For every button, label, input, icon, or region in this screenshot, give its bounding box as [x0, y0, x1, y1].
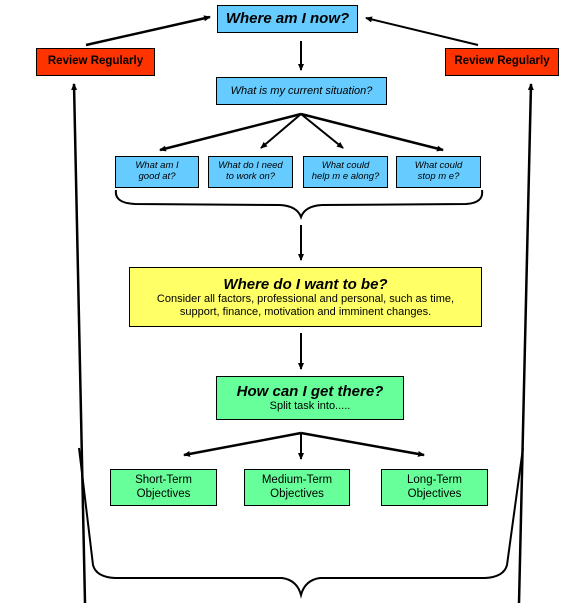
arrow-review-left-to-top — [85, 15, 211, 47]
how-can-i-get-there-title: How can I get there? — [236, 383, 384, 401]
review-regularly-left-box: Review Regularly — [36, 48, 155, 76]
question-box-work-on: What do I need to work on? — [208, 156, 293, 188]
review-regularly-left-label: Review Regularly — [47, 55, 144, 68]
arrow-review-right-to-top — [365, 16, 479, 46]
long-term-objectives-box: Long-Term Objectives — [381, 469, 488, 506]
where-am-i-now-box: Where am I now? — [217, 5, 358, 33]
review-regularly-right-box: Review Regularly — [445, 48, 559, 76]
question-box-good-at: What am I good at? — [115, 156, 199, 188]
objective-line: Short-Term — [135, 474, 192, 487]
review-regularly-right-label: Review Regularly — [454, 55, 550, 68]
current-situation-box: What is my current situation? — [216, 77, 387, 105]
brace-questions — [114, 189, 484, 220]
objective-line: Objectives — [270, 487, 324, 500]
where-do-i-want-to-be-title: Where do I want to be? — [223, 275, 388, 293]
arrow-to-short-term — [183, 431, 302, 457]
want-description-line: support, finance, motivation and imminen… — [179, 305, 432, 318]
short-term-objectives-box: Short-Term Objectives — [110, 469, 217, 506]
question-line: stop m e? — [417, 171, 460, 182]
medium-term-objectives-box: Medium-Term Objectives — [244, 469, 350, 506]
where-am-i-now-title: Where am I now? — [225, 10, 350, 28]
objective-line: Objectives — [407, 487, 462, 500]
question-line: good at? — [138, 171, 176, 182]
objective-line: Long-Term — [407, 474, 462, 487]
arrow-return-left — [71, 83, 87, 604]
arrow-return-right — [517, 83, 534, 604]
question-box-stop-me: What could stop m e? — [396, 156, 481, 188]
want-description-line: Consider all factors, professional and p… — [156, 292, 455, 305]
where-do-i-want-to-be-box: Where do I want to be? Consider all fact… — [129, 267, 482, 327]
how-subtitle: Split task into..... — [269, 400, 351, 413]
how-can-i-get-there-box: How can I get there? Split task into....… — [216, 376, 404, 420]
objective-line: Objectives — [136, 487, 191, 500]
question-box-help-along: What could help m e along? — [303, 156, 388, 188]
arrow-to-long-term — [300, 431, 425, 457]
question-line: to work on? — [225, 171, 276, 182]
current-situation-label: What is my current situation? — [230, 84, 373, 97]
objective-line: Medium-Term — [261, 474, 333, 487]
question-line: help m e along? — [311, 171, 380, 182]
